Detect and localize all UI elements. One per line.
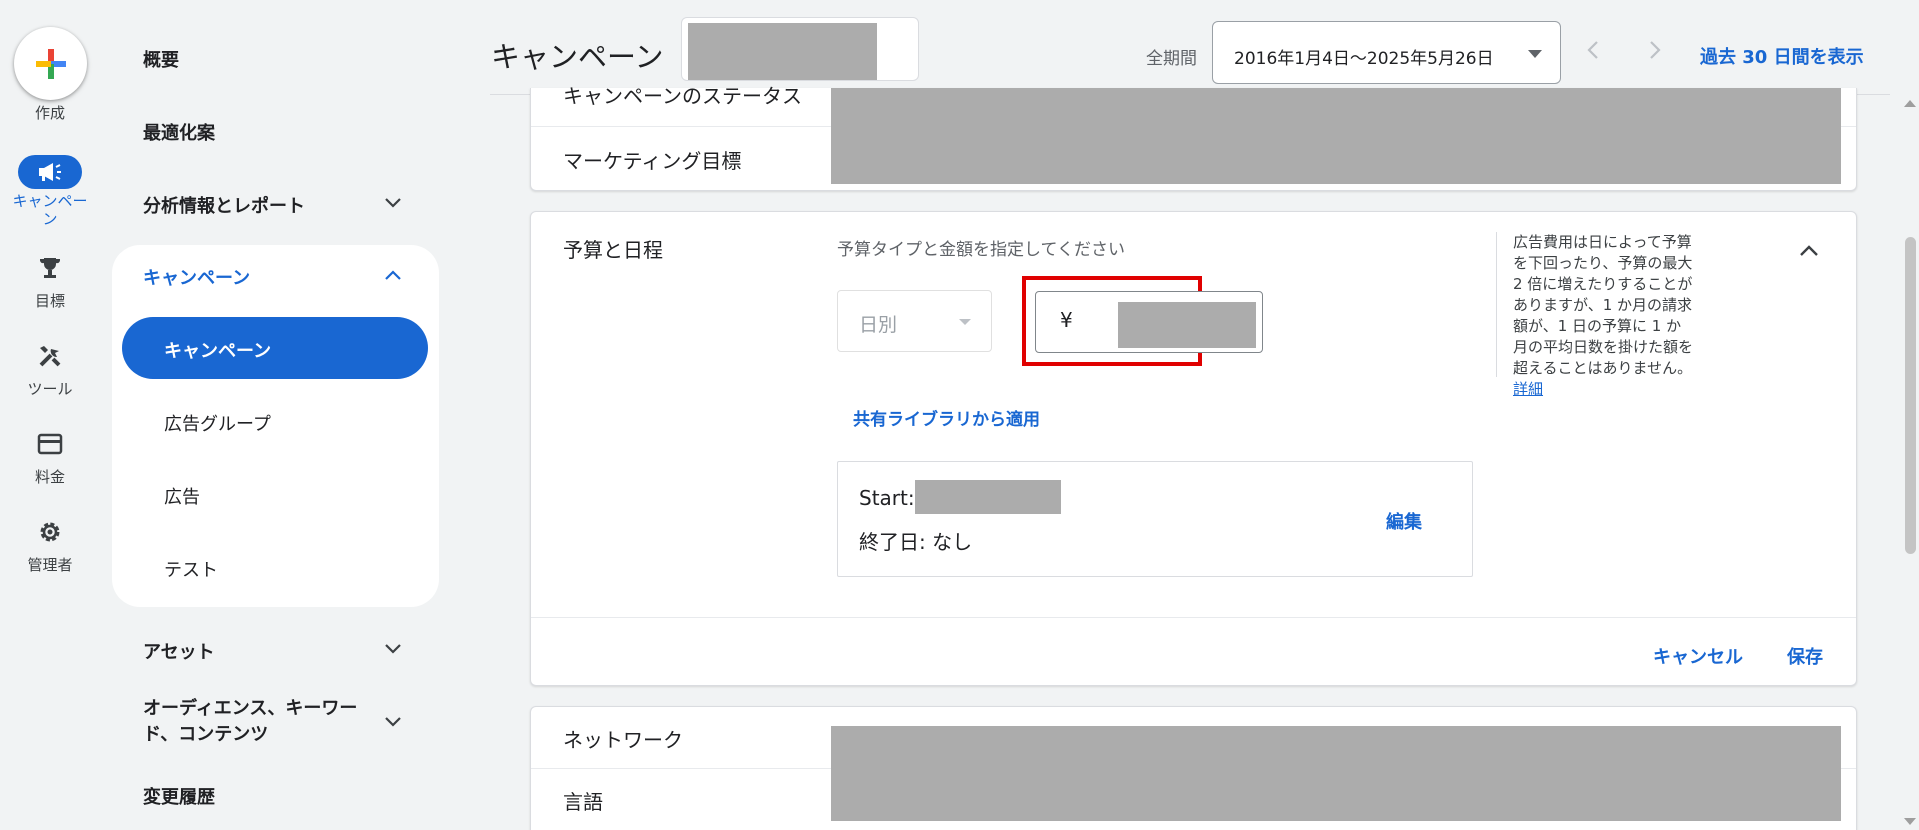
show-last-30-days-link[interactable]: 過去 30 日間を表示: [1700, 43, 1864, 69]
chevron-down-icon[interactable]: [382, 711, 404, 733]
nav-sub-campaigns[interactable]: キャンペーン: [164, 337, 271, 363]
rail-campaigns-button[interactable]: [18, 155, 82, 189]
page-title: キャンペーン: [491, 40, 664, 74]
rail-admin-label: 管理者: [27, 556, 73, 574]
rail-campaigns-label: キャンペーン: [12, 192, 88, 228]
nav-assets[interactable]: アセット: [143, 638, 215, 664]
nav-change-history[interactable]: 変更履歴: [143, 783, 215, 809]
create-button[interactable]: [14, 27, 87, 100]
date-range-select[interactable]: 2016年1月4日～2025年5月26日: [1212, 21, 1561, 84]
chevron-down-icon[interactable]: [382, 638, 404, 660]
cancel-button[interactable]: キャンセル: [1653, 643, 1743, 669]
redacted-start-date: [915, 480, 1061, 514]
nav-campaigns-group-label[interactable]: キャンペーン: [143, 264, 250, 290]
start-date-label: Start:: [859, 486, 915, 510]
nav-sub-ads[interactable]: 広告: [164, 483, 200, 509]
budget-side-note: 広告費用は日によって予算を下回ったり、予算の最大 2 倍に増えたりすることがあり…: [1496, 232, 1696, 398]
redacted-budget-amount: [1118, 302, 1256, 348]
dropdown-caret-icon: [1528, 50, 1542, 58]
card-footer-divider: [531, 617, 1856, 618]
budget-amount-input[interactable]: ¥: [1035, 291, 1263, 353]
details-link[interactable]: 詳細: [1513, 379, 1696, 400]
redacted-campaign-name: [688, 23, 877, 80]
nav-campaigns-group: [112, 245, 439, 607]
budget-side-note-text: 広告費用は日によって予算を下回ったり、予算の最大 2 倍に増えたりすることがあり…: [1513, 233, 1694, 377]
nav-insights-reports[interactable]: 分析情報とレポート: [143, 192, 305, 218]
redacted-network-and-language: [831, 726, 1841, 821]
marketing-goal-label: マーケティング目標: [563, 149, 742, 173]
currency-symbol: ¥: [1060, 308, 1073, 332]
chevron-right-icon[interactable]: [1643, 38, 1667, 62]
budget-type-select[interactable]: 日別: [837, 290, 992, 352]
chevron-up-icon[interactable]: [382, 264, 404, 286]
campaign-name-chip[interactable]: [681, 17, 919, 81]
nav-sub-tests[interactable]: テスト: [164, 556, 218, 582]
save-button[interactable]: 保存: [1787, 643, 1823, 669]
budget-hint: 予算タイプと金額を指定してください: [837, 240, 1125, 260]
megaphone-icon: [39, 163, 61, 181]
gear-icon[interactable]: [36, 518, 64, 546]
budget-schedule-card: 予算と日程 予算タイプと金額を指定してください 日別 ¥ 共有ライブラリから適用…: [530, 211, 1857, 686]
nav-overview[interactable]: 概要: [143, 46, 179, 72]
nav-recommendations[interactable]: 最適化案: [143, 119, 215, 145]
dropdown-caret-icon: [959, 319, 971, 325]
trophy-icon[interactable]: [36, 254, 64, 282]
period-label: 全期間: [1146, 49, 1197, 69]
tools-icon[interactable]: [36, 342, 64, 370]
end-date-label: 終了日: なし: [859, 530, 973, 554]
language-label: 言語: [563, 790, 603, 814]
rail-goals-label: 目標: [34, 292, 65, 310]
create-label: 作成: [34, 104, 65, 122]
credit-card-icon[interactable]: [36, 430, 64, 458]
redacted-status-and-goal: [831, 88, 1841, 184]
date-range-value: 2016年1月4日～2025年5月26日: [1234, 49, 1494, 69]
chevron-up-icon[interactable]: [1796, 238, 1822, 264]
apply-shared-library-link[interactable]: 共有ライブラリから適用: [853, 405, 1040, 430]
schedule-box: Start: 終了日: なし 編集: [837, 461, 1473, 577]
rail-tools-label: ツール: [27, 380, 73, 398]
scroll-up-arrow-icon[interactable]: [1904, 100, 1916, 107]
network-label: ネットワーク: [563, 728, 683, 752]
nav-sub-ad-groups[interactable]: 広告グループ: [164, 410, 271, 436]
nav-audiences-keywords-content[interactable]: オーディエンス、キーワード、コンテンツ: [143, 696, 373, 748]
budget-type-value: 日別: [859, 314, 898, 336]
plus-icon: [35, 48, 66, 79]
navigation-rail: 作成 キャンペーン 目標 ツール 料金 管理者: [0, 0, 100, 830]
scrollbar-thumb[interactable]: [1905, 237, 1916, 554]
scroll-down-arrow-icon[interactable]: [1904, 818, 1916, 825]
edit-schedule-button[interactable]: 編集: [1386, 508, 1422, 534]
chevron-left-icon[interactable]: [1581, 38, 1605, 62]
budget-section-title: 予算と日程: [563, 238, 663, 262]
rail-billing-label: 料金: [34, 468, 65, 486]
chevron-down-icon[interactable]: [382, 192, 404, 214]
campaign-status-label: キャンペーンのステータス: [563, 84, 802, 106]
